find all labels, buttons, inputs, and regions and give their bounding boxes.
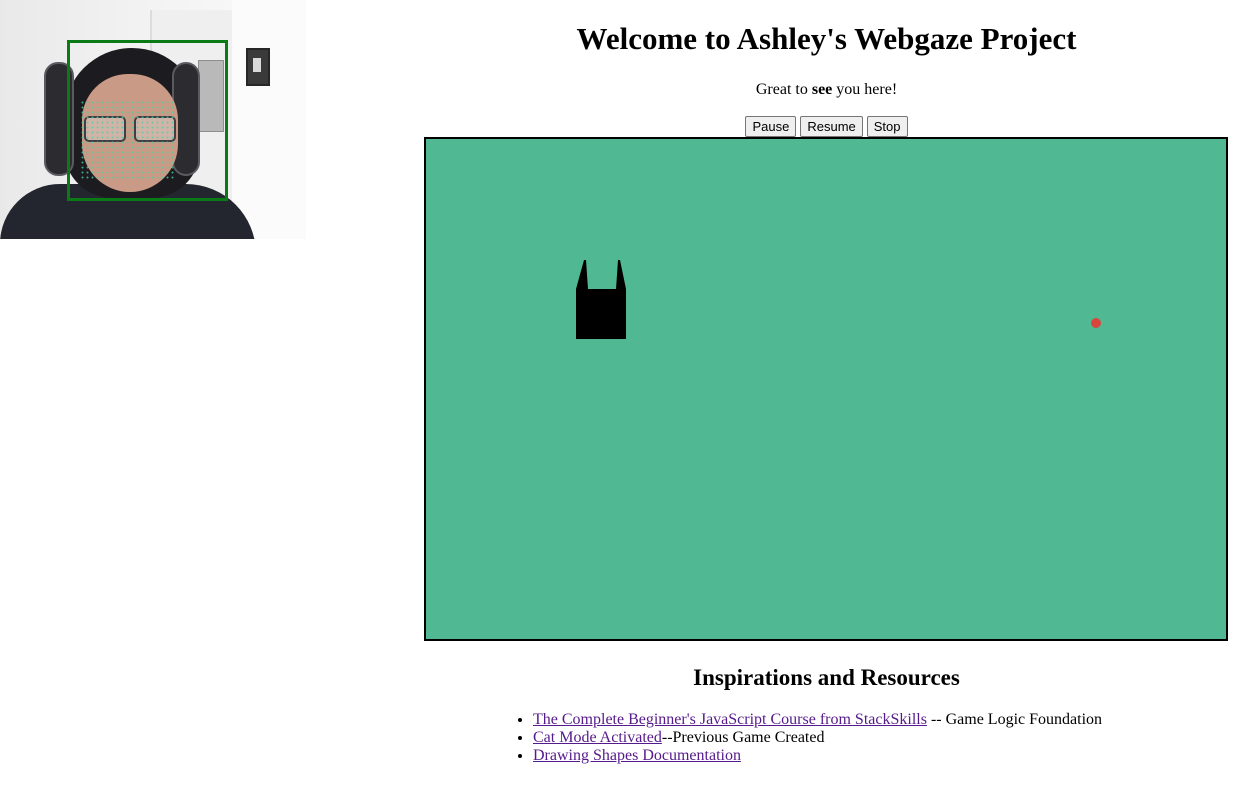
resources-heading: Inspirations and Resources [693, 665, 960, 690]
subtitle-bold-text: see [811, 81, 833, 98]
face-detection-box [67, 40, 228, 201]
page-subtitle: Great to see you here! [425, 80, 1228, 100]
pause-button[interactable]: Pause [745, 116, 797, 137]
resource-note: -- Game Logic Foundation [926, 711, 1103, 728]
game-controls: Pause Resume Stop [425, 116, 1228, 137]
game-canvas[interactable] [424, 137, 1228, 641]
page-title: Welcome to Ashley's Webgaze Project [576, 21, 1077, 56]
stop-button[interactable]: Stop [866, 116, 908, 137]
cat-player-icon [576, 260, 626, 339]
list-item: Cat Mode Activated--Previous Game Create… [533, 729, 1102, 747]
resources-list: The Complete Beginner's JavaScript Cours… [493, 711, 1102, 765]
list-item: The Complete Beginner's JavaScript Cours… [533, 711, 1102, 729]
background-wall [232, 0, 306, 239]
subtitle-text-after: you here! [836, 81, 898, 98]
resource-link-cat-mode[interactable]: Cat Mode Activated [533, 729, 662, 746]
list-item: Drawing Shapes Documentation [533, 747, 1102, 765]
subtitle-text-before: Great to [755, 81, 808, 98]
resource-link-javascript-course[interactable]: The Complete Beginner's JavaScript Cours… [533, 711, 927, 728]
gaze-target-dot [1091, 318, 1101, 328]
resource-link-drawing-shapes[interactable]: Drawing Shapes Documentation [533, 747, 741, 764]
game-svg [576, 260, 1101, 339]
background-picture-frame [246, 48, 270, 86]
resource-note: --Previous Game Created [661, 729, 825, 746]
webcam-video-feed [0, 0, 306, 239]
resume-button[interactable]: Resume [800, 116, 863, 137]
